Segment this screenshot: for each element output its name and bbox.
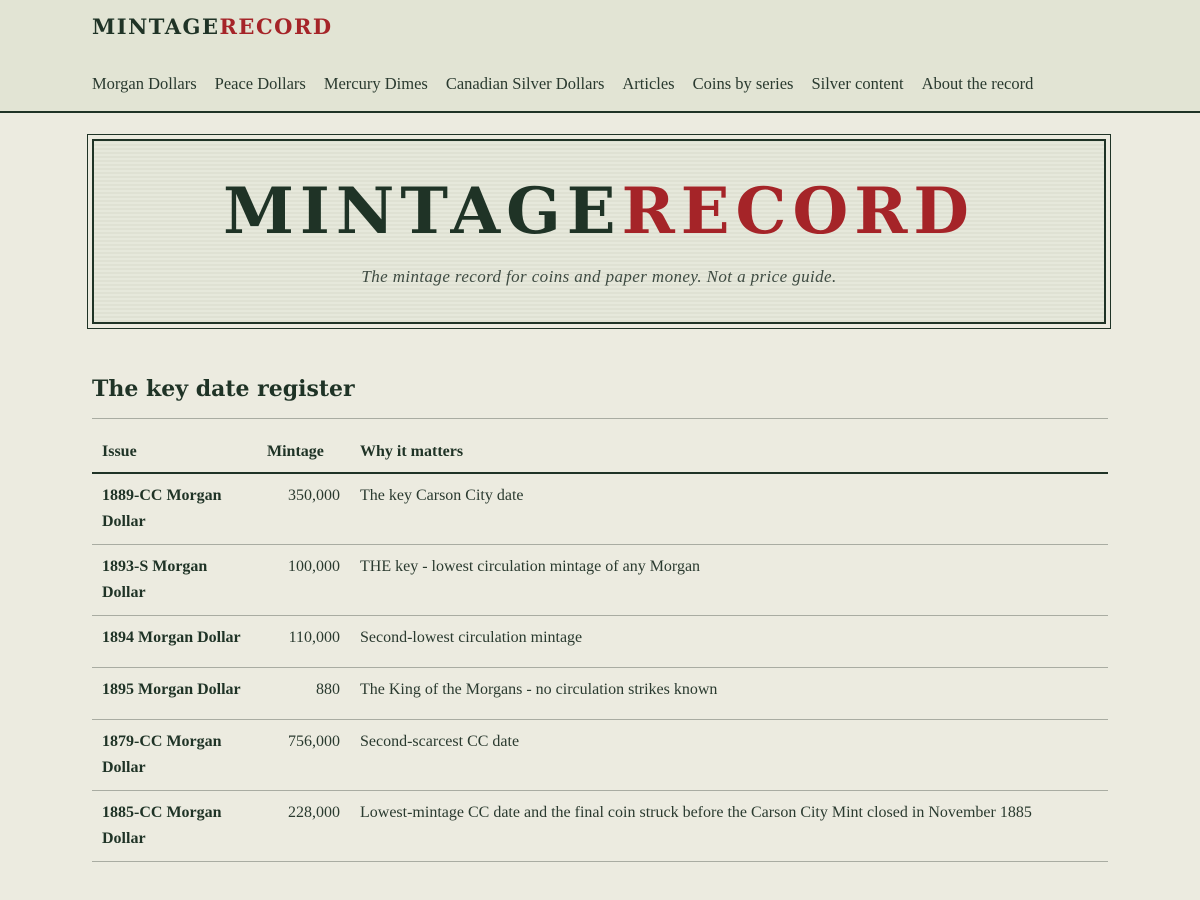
row-note: Second-scarcest CC date xyxy=(350,719,1108,791)
main-nav: Morgan Dollars Peace Dollars Mercury Dimes… xyxy=(92,72,1033,96)
column-header-mintage: Mintage xyxy=(257,432,350,474)
row-note: THE key - lowest circulation mintage of … xyxy=(350,544,1108,616)
row-note: Second-lowest circulation mintage xyxy=(350,615,1108,668)
row-mintage: 110,000 xyxy=(257,615,350,668)
nav-morgan-dollars[interactable]: Morgan Dollars xyxy=(92,72,197,96)
table-row: 1879-CC Morgan Dollar 756,000 Second-sca… xyxy=(92,719,1108,791)
column-header-why: Why it matters xyxy=(350,432,1108,474)
hero-banner-frame: MINTAGERECORD The mintage record for coi… xyxy=(92,139,1106,324)
hero-title-record: RECORD xyxy=(621,174,975,249)
table-row: 1885-CC Morgan Dollar 228,000 Lowest-min… xyxy=(92,790,1108,862)
hero-banner: MINTAGERECORD The mintage record for coi… xyxy=(87,134,1111,329)
nav-articles[interactable]: Articles xyxy=(622,72,674,96)
hero-tagline: The mintage record for coins and paper m… xyxy=(361,267,837,286)
nav-peace-dollars[interactable]: Peace Dollars xyxy=(215,72,306,96)
row-issue: 1879-CC Morgan Dollar xyxy=(92,719,257,791)
site-header: MINTAGERECORD Morgan Dollars Peace Dollar… xyxy=(0,0,1200,113)
logo-record: RECORD xyxy=(219,14,333,39)
row-note: The key Carson City date xyxy=(350,473,1108,545)
row-issue: 1889-CC Morgan Dollar xyxy=(92,473,257,545)
row-issue: 1893-S Morgan Dollar xyxy=(92,544,257,616)
register-heading: The key date register xyxy=(92,376,355,402)
table-row: 1894 Morgan Dollar 110,000 Second-lowest… xyxy=(92,615,1108,668)
row-issue: 1894 Morgan Dollar xyxy=(92,615,257,668)
nav-coins-by-series[interactable]: Coins by series xyxy=(693,72,794,96)
nav-about-the-record[interactable]: About the record xyxy=(922,72,1034,96)
table-row: 1889-CC Morgan Dollar 350,000 The key Ca… xyxy=(92,473,1108,545)
row-mintage: 100,000 xyxy=(257,544,350,616)
table-row: 1895 Morgan Dollar 880 The King of the M… xyxy=(92,667,1108,720)
nav-silver-content[interactable]: Silver content xyxy=(811,72,903,96)
key-date-table: Issue Mintage Why it matters 1889-CC Mor… xyxy=(92,432,1108,862)
nav-mercury-dimes[interactable]: Mercury Dimes xyxy=(324,72,428,96)
row-note: Lowest-mintage CC date and the final coi… xyxy=(350,790,1108,862)
table-header-row: Issue Mintage Why it matters xyxy=(92,432,1108,474)
row-note: The King of the Morgans - no circulation… xyxy=(350,667,1108,720)
site-logo[interactable]: MINTAGERECORD xyxy=(92,14,333,40)
hero-title: MINTAGERECORD xyxy=(94,177,1104,247)
row-mintage: 228,000 xyxy=(257,790,350,862)
row-mintage: 756,000 xyxy=(257,719,350,791)
row-issue: 1895 Morgan Dollar xyxy=(92,667,257,720)
column-header-issue: Issue xyxy=(92,432,257,474)
row-mintage: 350,000 xyxy=(257,473,350,545)
nav-canadian-silver-dollars[interactable]: Canadian Silver Dollars xyxy=(446,72,605,96)
logo-mintage: MINTAGE xyxy=(92,14,220,39)
row-mintage: 880 xyxy=(257,667,350,720)
table-row: 1893-S Morgan Dollar 100,000 THE key - l… xyxy=(92,544,1108,616)
row-issue: 1885-CC Morgan Dollar xyxy=(92,790,257,862)
hero-title-mintage: MINTAGE xyxy=(223,174,622,249)
heading-divider xyxy=(92,418,1108,419)
